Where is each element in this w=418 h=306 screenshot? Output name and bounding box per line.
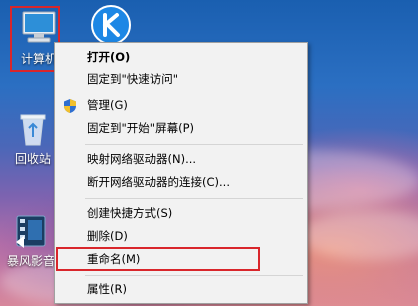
desktop-icon-label: 回收站 (14, 152, 51, 166)
menu-item-create-shortcut[interactable]: 创建快捷方式(S) (55, 203, 307, 224)
baofeng-player-icon (16, 215, 46, 248)
highlight-box-properties (56, 247, 260, 271)
menu-item-map-network-drive[interactable]: 映射网络驱动器(N)... (55, 149, 307, 170)
menu-item-properties[interactable]: 属性(R) (55, 279, 307, 300)
menu-item-open[interactable]: 打开(O) (55, 47, 307, 68)
menu-item-manage[interactable]: 管理(G) (55, 95, 307, 116)
menu-item-label: 管理(G) (87, 98, 128, 112)
highlight-box-computer (10, 6, 60, 72)
menu-item-pin-quick-access[interactable]: 固定到"快速访问" (55, 69, 307, 90)
menu-item-pin-start[interactable]: 固定到"开始"屏幕(P) (55, 118, 307, 139)
menu-separator (85, 144, 303, 145)
cloud-decoration (300, 210, 418, 260)
desktop-icon-baofeng[interactable]: 暴风影音 (2, 212, 60, 268)
menu-separator (85, 198, 303, 199)
menu-separator (85, 275, 303, 276)
kugou-k-icon (91, 5, 131, 45)
menu-item-delete[interactable]: 删除(D) (55, 226, 307, 247)
uac-shield-icon (64, 99, 76, 113)
menu-item-disconnect-network-drive[interactable]: 断开网络驱动器的连接(C)... (55, 172, 307, 193)
desktop-icon-label: 暴风影音 (6, 254, 55, 268)
recycle-bin-icon (20, 114, 46, 146)
